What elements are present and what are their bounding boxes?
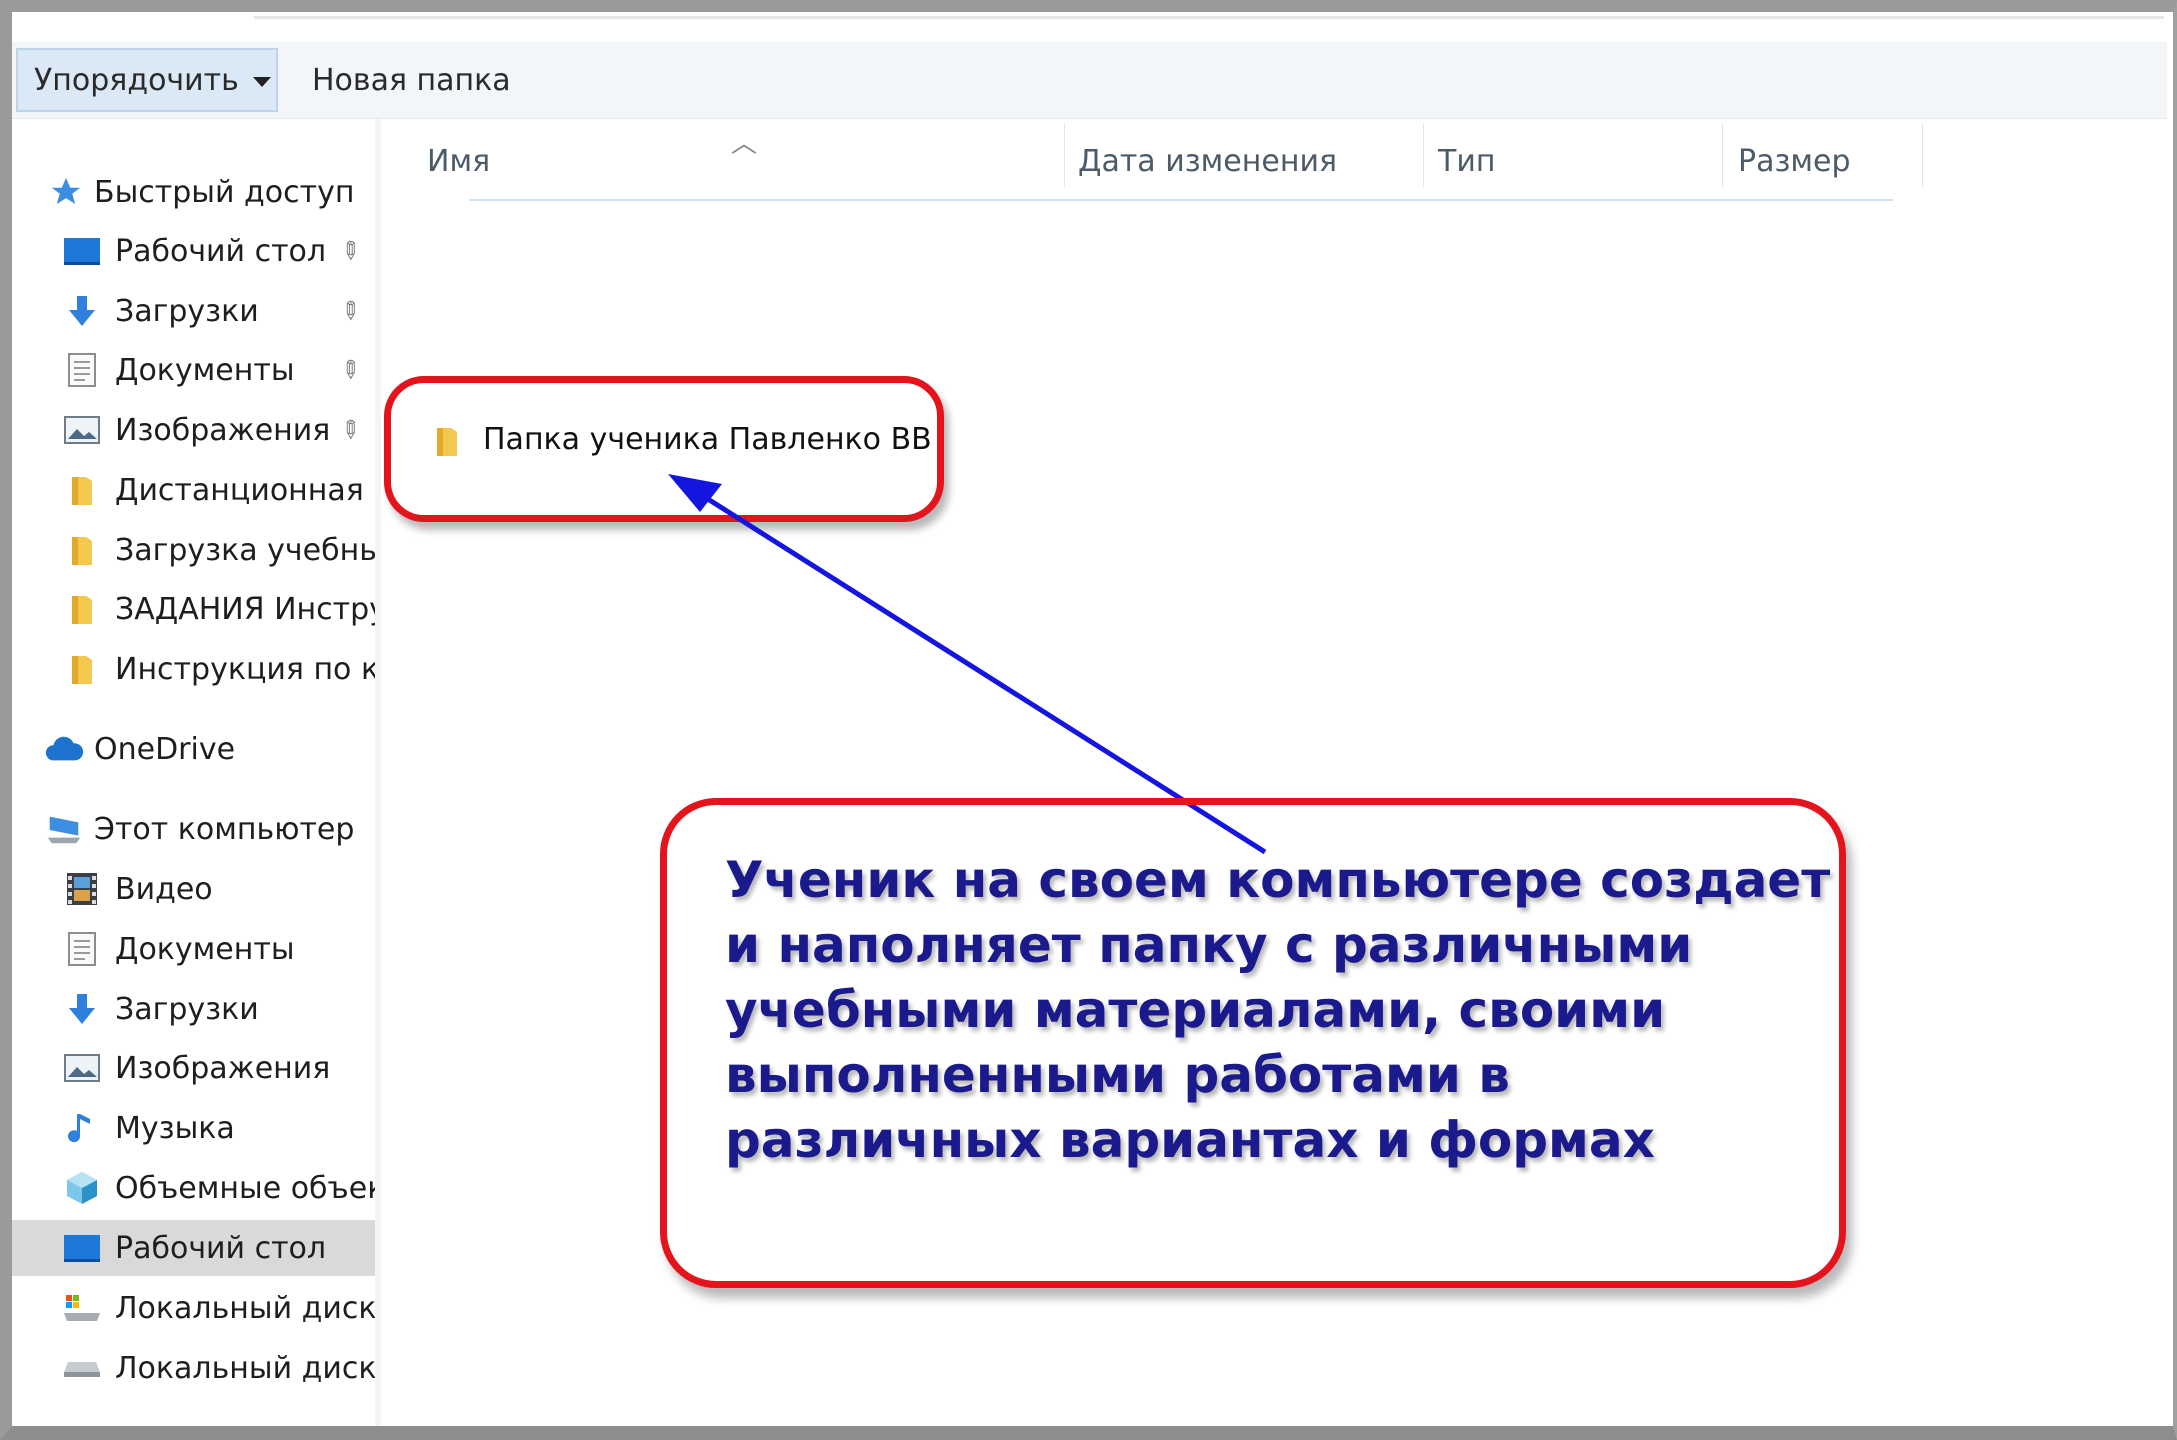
arrow-head-icon <box>668 474 722 512</box>
annotation-line: учебными материалами, своими <box>725 981 1666 1039</box>
annotation-line: различных вариантах и формах <box>725 1111 1655 1169</box>
annotation-text: Ученик на своем компьютере создает и нап… <box>725 848 1835 1173</box>
annotation-line: Ученик на своем компьютере создает <box>725 851 1831 909</box>
annotation-line: и наполняет папку с различными <box>725 916 1693 974</box>
annotation-line: выполненными работами в <box>725 1046 1510 1104</box>
